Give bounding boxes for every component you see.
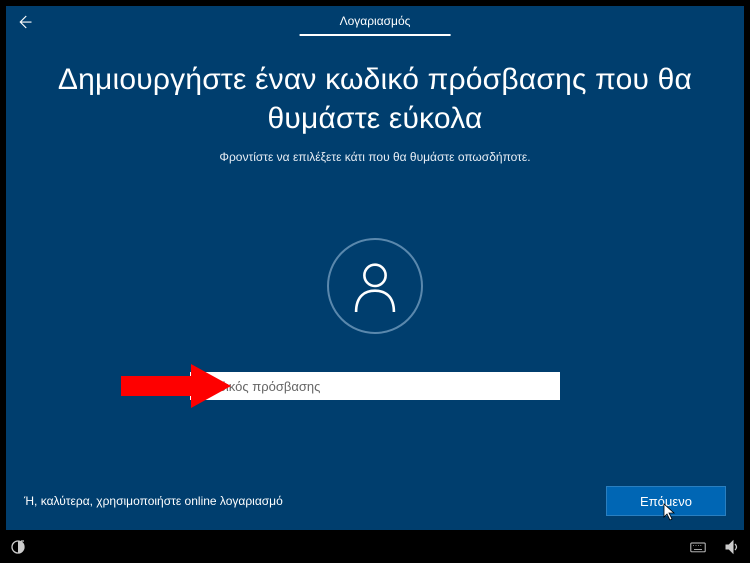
- tab-account[interactable]: Λογαριασμός: [300, 10, 451, 36]
- arrow-left-icon: [15, 13, 33, 31]
- avatar: [327, 238, 423, 334]
- use-online-account-link[interactable]: Ή, καλύτερα, χρησιμοποιήστε online λογαρ…: [24, 494, 283, 508]
- keyboard-icon[interactable]: [690, 539, 706, 560]
- volume-icon[interactable]: [724, 539, 740, 560]
- content-area: Δημιουργήστε έναν κωδικό πρόσβασης που θ…: [6, 36, 744, 400]
- page-subtitle: Φροντίστε να επιλέξετε κάτι που θα θυμάσ…: [36, 150, 714, 164]
- password-input[interactable]: [190, 372, 560, 400]
- footer: Ή, καλύτερα, χρησιμοποιήστε online λογαρ…: [6, 486, 744, 516]
- cursor-icon: [663, 503, 677, 521]
- top-bar: Λογαριασμός: [6, 6, 744, 36]
- taskbar: [0, 536, 750, 563]
- setup-panel: Λογαριασμός Δημιουργήστε έναν κωδικό πρό…: [6, 6, 744, 530]
- back-button[interactable]: [12, 10, 36, 34]
- ease-of-access-icon[interactable]: [10, 539, 26, 560]
- user-icon: [351, 260, 399, 312]
- page-title: Δημιουργήστε έναν κωδικό πρόσβασης που θ…: [36, 60, 714, 138]
- annotation-arrow-icon: [121, 364, 231, 408]
- next-button[interactable]: Επόμενο: [606, 486, 726, 516]
